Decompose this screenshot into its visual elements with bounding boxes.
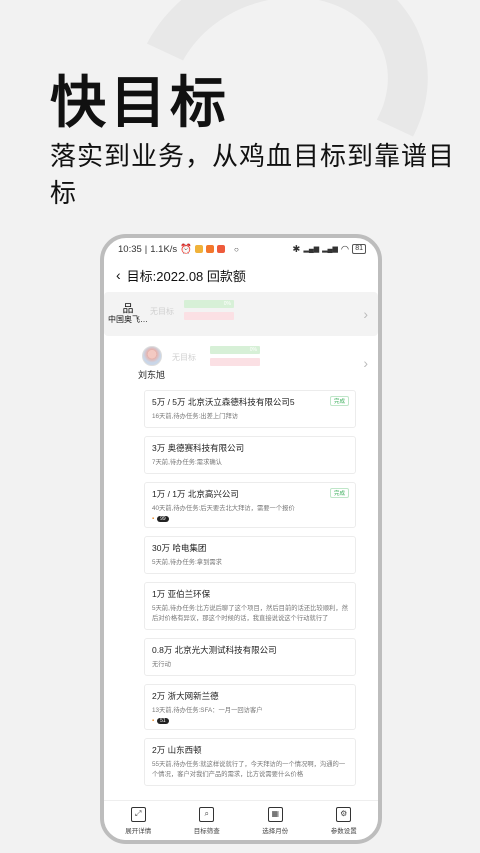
count-badge: 51 (157, 718, 169, 724)
deal-desc: 5天前,待办任务:拿到需求 (152, 559, 222, 566)
deal-list: 5万 / 5万 北京沃立森德科技有限公司5 16天前,待办任务:出差上门拜访 完… (104, 390, 378, 786)
deal-card[interactable]: 1万 / 1万 北京高兴公司 40天前,待办任务:后天要去北大拜访，需要一个报价… (144, 482, 356, 528)
promo-subtitle: 落实到业务，从鸡血目标到靠谱目标 (50, 141, 456, 208)
deal-title: 5万 / 5万 北京沃立森德科技有限公司5 (152, 397, 295, 407)
chevron-right-icon[interactable]: › (363, 355, 368, 371)
signal-icon: ▂▄▆ (303, 246, 320, 253)
app-notification-icon (206, 245, 215, 253)
back-arrow-icon[interactable]: ‹ (116, 267, 121, 283)
deal-card[interactable]: 5万 / 5万 北京沃立森德科技有限公司5 16天前,待办任务:出差上门拜访 完… (144, 390, 356, 428)
gap-bar (184, 312, 234, 320)
deal-desc: 5天前,待办任务:比方说后聊了这个项目，然后目前的话还比较顺利，然后对价格有异议… (152, 605, 348, 622)
circle-icon: ○ (234, 244, 239, 254)
deal-card[interactable]: 2万 浙大网新兰德 13天前,待办任务:SFA：一月一回访客户 ▪ 51 (144, 684, 356, 730)
status-badge: 完成 (329, 488, 349, 498)
wifi-icon: ◠ (340, 243, 350, 255)
gear-icon: ⚙ (336, 806, 352, 822)
promo-title: 快目标 (50, 71, 230, 134)
person-row[interactable]: 刘东旭 无目标 0% › (104, 336, 378, 390)
person-name: 刘东旭 (138, 369, 166, 380)
avatar (141, 345, 162, 366)
phone-frame: 10:35 | 1.1K/s ⏰ ○ ✱ ▂▄▆ ▂▄▆ ◠ 81 ‹ 目标:2… (100, 234, 382, 844)
status-badge: 完成 (329, 396, 349, 406)
deal-desc: 7天前,待办任务:需求确认 (152, 459, 222, 466)
deal-desc: 40天前,待办任务:后天要去北大拜访，需要一个报价 (152, 505, 295, 512)
tab-label: 参数设置 (330, 827, 357, 835)
app-notification-icon (195, 245, 204, 253)
deal-title: 3万 奥德赛科技有限公司 (152, 443, 245, 453)
person-target-label: 无目标 (172, 353, 196, 362)
achievement-bar: 0% (184, 300, 234, 308)
org-name: 中国奥飞… (108, 314, 148, 324)
page-title: 目标:2022.08 回款额 (126, 268, 246, 284)
deal-card[interactable]: 1万 亚伯兰环保 5天前,待办任务:比方说后聊了这个项目，然后目前的话还比较顺利… (144, 582, 356, 630)
expand-icon: ⤢ (130, 806, 146, 822)
deal-title: 1万 / 1万 北京高兴公司 (152, 489, 239, 499)
deal-card[interactable]: 3万 奥德赛科技有限公司 7天前,待办任务:需求确认 (144, 436, 356, 474)
status-time: 10:35 (118, 243, 142, 255)
tab-settings[interactable]: ⚙ 参数设置 (330, 806, 357, 835)
alarm-icon: ⏰ (180, 243, 193, 255)
tab-select-month[interactable]: ▦ 选择月份 (262, 806, 289, 835)
tab-label: 展开详情 (125, 827, 152, 835)
search-icon: ⌕ (199, 806, 215, 822)
tab-target-filter[interactable]: ⌕ 目标筛查 (193, 806, 220, 835)
deal-desc: 13天前,待办任务:SFA：一月一回访客户 (152, 707, 263, 714)
bottom-toolbar: ⤢ 展开详情 ⌕ 目标筛查 ▦ 选择月份 ⚙ 参数设置 (104, 800, 378, 840)
deal-card[interactable]: 30万 哈电集团 5天前,待办任务:拿到需求 (144, 536, 356, 574)
nav-bar: ‹ 目标:2022.08 回款额 (104, 260, 378, 290)
deal-title: 0.8万 北京光大测试科技有限公司 (152, 645, 277, 655)
deal-title: 2万 浙大网新兰德 (152, 691, 219, 701)
status-bar: 10:35 | 1.1K/s ⏰ ○ ✱ ▂▄▆ ▂▄▆ ◠ 81 (104, 238, 378, 260)
tab-expand-details[interactable]: ⤢ 展开详情 (125, 806, 152, 835)
org-target-label: 无目标 (150, 307, 174, 316)
org-tree-icon: 品 (122, 302, 134, 315)
deal-title: 2万 山东西顿 (152, 745, 202, 755)
gap-bar (210, 358, 260, 366)
org-row[interactable]: 品 中国奥飞… 无目标 0% › (104, 292, 378, 336)
calendar-icon: ▦ (267, 806, 283, 822)
tab-label: 选择月份 (262, 827, 289, 835)
deal-card[interactable]: 2万 山东西顿 55天前,待办任务:就这样说就行了，今天拜访的一个情况啊，沟通的… (144, 738, 356, 786)
deal-desc: 16天前,待办任务:出差上门拜访 (152, 413, 239, 420)
signal-icon: ▂▄▆ (322, 246, 338, 253)
deal-desc: 55天前,待办任务:就这样说就行了，今天拜访的一个情况啊，沟通的一个情况，客户对… (152, 761, 346, 778)
deal-title: 1万 亚伯兰环保 (152, 589, 211, 599)
comment-icon: ▪ (152, 718, 155, 724)
battery-indicator: 81 (352, 244, 366, 254)
deal-title: 30万 哈电集团 (152, 543, 207, 553)
comment-icon: ▪ (152, 516, 155, 522)
deal-card[interactable]: 0.8万 北京光大测试科技有限公司 无行动 (144, 638, 356, 676)
count-badge: 99 (157, 516, 169, 522)
achievement-bar: 0% (210, 346, 260, 354)
app-notification-icon (217, 245, 226, 253)
bluetooth-icon: ✱ (292, 243, 301, 255)
deal-desc: 无行动 (152, 661, 171, 668)
chevron-right-icon[interactable]: › (363, 306, 368, 322)
tab-label: 目标筛查 (193, 827, 220, 835)
status-speed: 1.1K/s (150, 243, 178, 255)
